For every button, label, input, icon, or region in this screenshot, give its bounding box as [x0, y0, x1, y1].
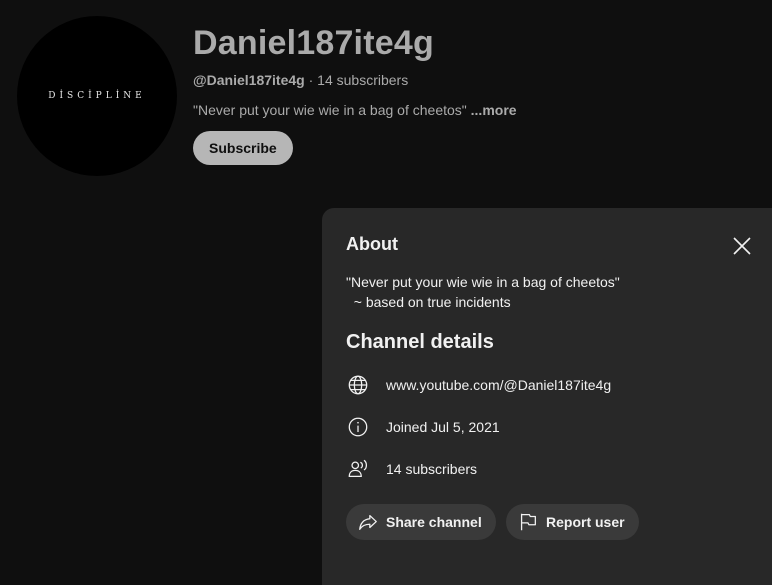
flag-icon: [516, 510, 540, 534]
globe-icon: [346, 373, 370, 397]
info-icon: [346, 415, 370, 439]
channel-meta: @Daniel187ite4g · 14 subscribers: [193, 72, 408, 88]
channel-avatar[interactable]: DİSCİPLİNE: [17, 16, 177, 176]
report-user-label: Report user: [546, 514, 625, 530]
description-snippet: "Never put your wie wie in a bag of chee…: [193, 102, 467, 118]
share-icon: [356, 510, 380, 534]
channel-handle: @Daniel187ite4g: [193, 72, 305, 88]
channel-description[interactable]: "Never put your wie wie in a bag of chee…: [193, 102, 517, 118]
channel-name: Daniel187ite4g: [193, 24, 434, 62]
subscriber-count: 14 subscribers: [317, 72, 409, 88]
detail-row-subscribers: 14 subscribers: [346, 457, 477, 481]
details-subscriber-count: 14 subscribers: [386, 461, 478, 477]
close-icon: [733, 237, 751, 255]
avatar-logo-text: DİSCİPLİNE: [48, 91, 146, 101]
about-panel: About "Never put your wie wie in a bag o…: [322, 208, 772, 585]
channel-details-title: Channel details: [346, 331, 494, 353]
channel-url[interactable]: www.youtube.com/@Daniel187ite4g: [386, 377, 611, 393]
joined-date: Joined Jul 5, 2021: [386, 419, 500, 435]
more-link[interactable]: ...more: [467, 102, 517, 118]
close-button[interactable]: [726, 230, 758, 262]
meta-separator: ·: [304, 72, 318, 88]
about-description: "Never put your wie wie in a bag of chee…: [346, 274, 620, 310]
share-channel-label: Share channel: [386, 514, 482, 530]
share-channel-button[interactable]: Share channel: [346, 504, 496, 540]
detail-row-joined: Joined Jul 5, 2021: [346, 415, 500, 439]
about-title: About: [346, 234, 398, 254]
subscribe-button[interactable]: Subscribe: [193, 131, 293, 165]
report-user-button[interactable]: Report user: [506, 504, 639, 540]
people-icon: [346, 457, 370, 481]
detail-row-url: www.youtube.com/@Daniel187ite4g: [346, 373, 611, 397]
